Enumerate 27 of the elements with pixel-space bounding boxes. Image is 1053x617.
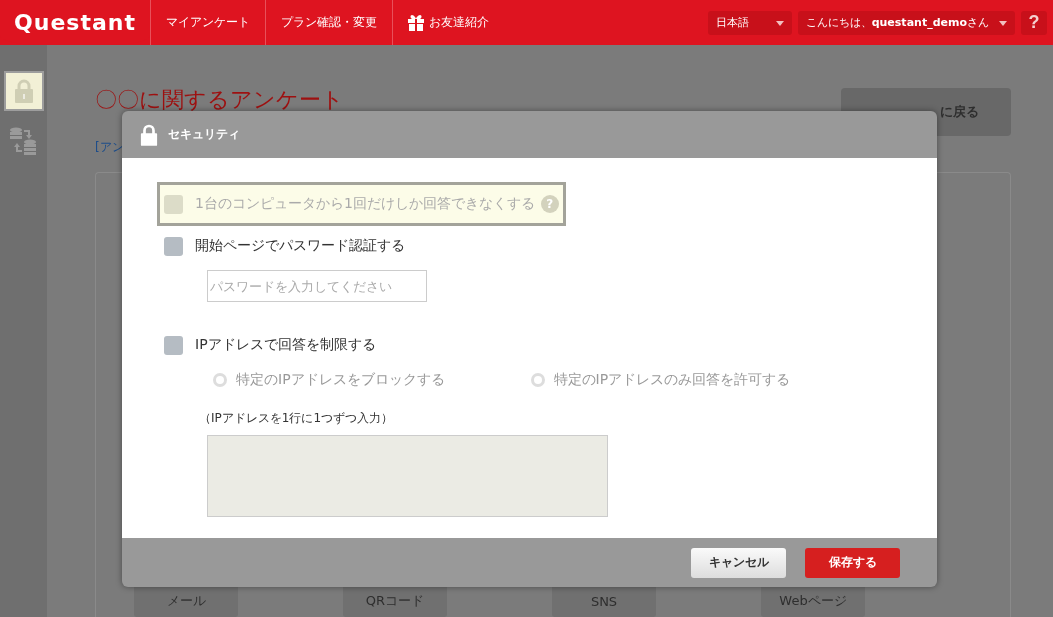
database-transfer-icon xyxy=(8,127,39,155)
cancel-button[interactable]: キャンセル xyxy=(691,547,786,578)
option-label: 1台のコンピュータから1回だけしか回答できなくする xyxy=(195,195,535,213)
radio-label: 特定のIPアドレスをブロックする xyxy=(236,371,445,389)
survey-title: 〇〇に関するアンケート xyxy=(95,86,344,114)
sidebar-item[interactable] xyxy=(3,71,44,111)
radio-label: 特定のIPアドレスのみ回答を許可する xyxy=(553,371,791,389)
user-menu[interactable]: こんにちは、questant_demoさん xyxy=(797,10,1015,35)
save-button[interactable]: 保存する xyxy=(805,547,900,578)
checkbox[interactable] xyxy=(164,236,183,256)
nav-link[interactable]: プラン確認・変更 xyxy=(265,0,392,45)
lock-icon xyxy=(140,123,158,146)
radio-button[interactable] xyxy=(530,373,545,387)
nav-link[interactable]: お友達紹介 xyxy=(392,0,504,45)
dialog-title: セキュリティ xyxy=(168,126,240,143)
checkbox[interactable] xyxy=(164,335,183,355)
option-label: IPアドレスで回答を制限する xyxy=(195,336,376,354)
language-select[interactable]: 日本語 xyxy=(707,10,792,35)
input-hint: （IPアドレスを1行に1つずつ入力） xyxy=(199,410,394,427)
option-label: 開始ページでパスワード認証する xyxy=(195,237,405,255)
nav-link[interactable]: マイアンケート xyxy=(150,0,265,45)
gift-icon xyxy=(408,14,424,31)
radio-button[interactable] xyxy=(213,373,227,387)
share-button[interactable]: SNS xyxy=(552,585,656,617)
help-button[interactable]: ? xyxy=(1021,10,1047,35)
lock-icon xyxy=(13,79,34,103)
password-field[interactable]: パスワードを入力してください xyxy=(207,270,427,302)
